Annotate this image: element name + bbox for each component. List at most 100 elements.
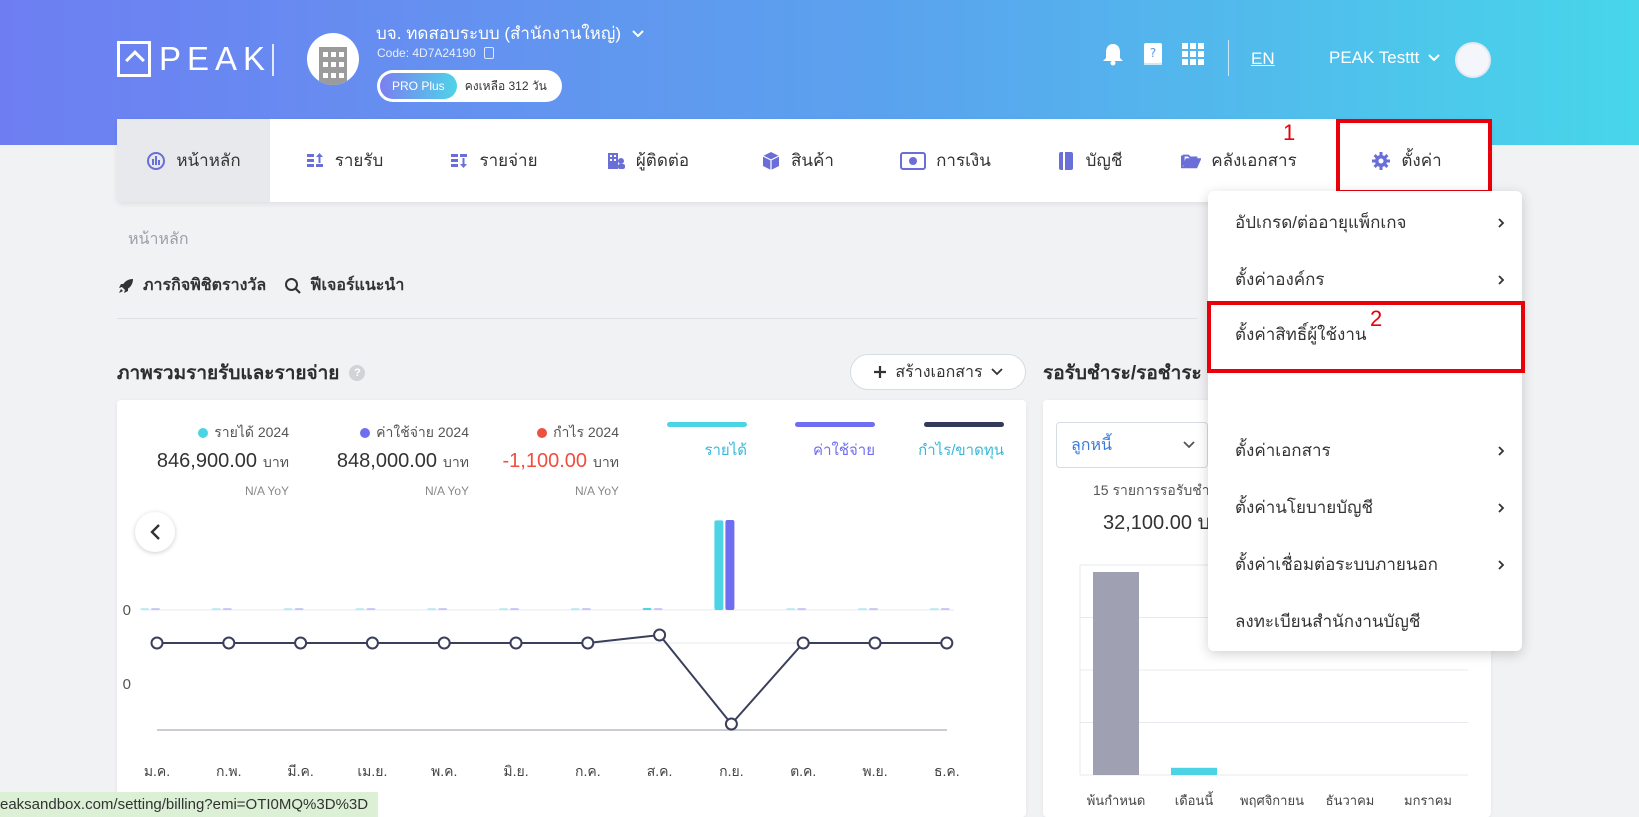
company-name: บจ. ทดสอบระบบ (สำนักงานใหญ่)	[376, 24, 622, 43]
x-tick-label: พ.ค.	[431, 763, 457, 779]
menu-accounting-policy[interactable]: ตั้งค่านโยบายบัญชี	[1235, 494, 1505, 521]
logo-text: PEAK	[159, 40, 272, 77]
nav-label: การเงิน	[936, 151, 991, 170]
plan-remaining: คงเหลือ 312 วัน	[464, 78, 547, 93]
peak-logo[interactable]: PEAK	[117, 40, 271, 78]
header-icons: ?	[1101, 42, 1205, 66]
overview-title: ภาพรวมรายรับและรายจ่าย ?	[117, 358, 366, 388]
income-bar	[427, 608, 437, 610]
plan-badge: PRO Plus	[380, 73, 457, 99]
chevron-right-icon	[1498, 274, 1505, 285]
nav-label: บัญชี	[1085, 151, 1123, 170]
language-switch[interactable]: EN	[1251, 49, 1275, 69]
income-bar	[355, 608, 365, 610]
tab-dashboard[interactable]: หน้าหลัก	[117, 119, 270, 202]
chevron-right-icon	[1498, 559, 1505, 570]
tab-contacts[interactable]: ผู้ติดต่อ	[569, 119, 726, 202]
overview-chart: 0 0 ม.ค. ก.พ. มี.ค. เม.ย. พ.ค. มิ.ย. ก.ค. ส.ค. ก.ย…	[123, 520, 960, 779]
chevron-down-icon	[1428, 54, 1441, 62]
nav-label: รายรับ	[334, 151, 384, 170]
logo-divider	[272, 44, 274, 76]
features-link[interactable]: ฟีเจอร์แนะนำ	[284, 273, 404, 298]
income-bar	[211, 608, 221, 610]
expense-bar	[294, 608, 304, 610]
chevron-down-icon	[990, 368, 1003, 376]
building-icon	[319, 47, 347, 85]
overview-chart-card: รายได้ 2024 846,900.00 บาท N/A YoY ค่าใช้…	[117, 400, 1026, 817]
tab-expense[interactable]: รายจ่าย	[418, 119, 569, 202]
divider	[117, 318, 1197, 319]
folder-icon	[1181, 151, 1202, 171]
menu-label: ลงทะเบียนสำนักงานบัญชี	[1235, 612, 1421, 631]
logo-mark-icon	[117, 41, 151, 77]
search-icon	[285, 277, 301, 294]
x-tick-label: พฤศจิกายน	[1240, 793, 1304, 808]
chevron-down-icon	[632, 29, 644, 37]
menu-external-integrations[interactable]: ตั้งค่าเชื่อมต่อระบบภายนอก	[1235, 551, 1505, 578]
company-avatar[interactable]	[307, 33, 359, 85]
profit-point	[724, 717, 738, 731]
quick-links: ภารกิจพิชิตรางวัล ฟีเจอร์แนะนำ	[117, 273, 404, 298]
menu-document-settings[interactable]: ตั้งค่าเอกสาร	[1235, 437, 1505, 464]
x-tick-label: ก.พ.	[216, 763, 241, 779]
menu-register-accounting-office[interactable]: ลงทะเบียนสำนักงานบัญชี	[1235, 608, 1505, 635]
receivables-title: รอรับชำระ/รอชำระ	[1043, 363, 1202, 384]
tab-finance[interactable]: การเงิน	[869, 119, 1022, 202]
income-bar	[786, 608, 796, 610]
tab-products[interactable]: สินค้า	[726, 119, 869, 202]
help-book-icon[interactable]: ?	[1141, 42, 1165, 66]
y-tick-label: 0	[123, 676, 131, 693]
expense-bar	[869, 608, 878, 610]
income-bar	[858, 608, 867, 610]
annotation-box-settings	[1336, 119, 1492, 194]
annotation-box-permissions	[1207, 301, 1525, 373]
expense-icon	[449, 151, 469, 171]
income-icon	[305, 151, 325, 171]
profit-point	[940, 636, 954, 650]
question-icon[interactable]: ?	[349, 365, 366, 381]
tab-documents[interactable]: คลังเอกสาร	[1156, 119, 1322, 202]
x-tick-label: ธ.ค.	[934, 763, 960, 779]
income-bar	[642, 608, 652, 610]
expense-bar	[366, 608, 376, 610]
income-bar	[283, 608, 293, 610]
nav-label: คลังเอกสาร	[1211, 151, 1297, 170]
overview-title-text: ภาพรวมรายรับและรายจ่าย	[117, 363, 340, 384]
menu-label: ตั้งค่านโยบายบัญชี	[1235, 498, 1374, 517]
profit-point	[796, 636, 810, 650]
money-icon	[900, 151, 927, 171]
menu-upgrade-package[interactable]: อัปเกรด/ต่ออายุแพ็กเกจ	[1235, 209, 1505, 236]
annotation-number: 1	[1283, 120, 1296, 145]
x-tick-label: ธันวาคม	[1326, 793, 1375, 808]
chevron-right-icon	[1498, 502, 1505, 513]
missions-link[interactable]: ภารกิจพิชิตรางวัล	[117, 273, 266, 298]
profit-point	[294, 636, 308, 650]
company-switcher[interactable]: บจ. ทดสอบระบบ (สำนักงานใหญ่)	[376, 20, 645, 47]
book-icon	[1056, 151, 1076, 171]
company-code-text: Code: 4D7A24190	[377, 46, 476, 60]
plan-pill[interactable]: PRO Plus คงเหลือ 312 วัน	[377, 70, 562, 102]
x-tick-label: มี.ค.	[287, 763, 313, 779]
copy-icon[interactable]	[483, 47, 494, 59]
contacts-icon	[606, 151, 626, 171]
apps-grid-icon[interactable]	[1181, 42, 1205, 66]
create-document-button[interactable]: สร้างเอกสาร	[850, 354, 1026, 390]
tab-accounting[interactable]: บัญชี	[1022, 119, 1156, 202]
expense-bar	[222, 608, 232, 610]
nav-label: หน้าหลัก	[176, 151, 241, 170]
chevron-right-icon	[1498, 217, 1505, 228]
x-tick-label: ม.ค.	[144, 763, 170, 779]
expense-bar	[510, 608, 519, 610]
svg-text:?: ?	[1150, 46, 1156, 60]
tab-income[interactable]: รายรับ	[270, 119, 418, 202]
avatar[interactable]	[1455, 42, 1491, 78]
menu-organization-settings[interactable]: ตั้งค่าองค์กร	[1235, 266, 1505, 293]
user-menu[interactable]: PEAK Testtt	[1329, 48, 1441, 68]
previous-year-button[interactable]	[135, 512, 175, 552]
income-bar	[140, 608, 149, 610]
bell-icon[interactable]	[1101, 42, 1125, 66]
y-tick-label: 0	[123, 602, 131, 619]
rocket-icon	[119, 278, 133, 293]
breadcrumb[interactable]: หน้าหลัก	[128, 227, 189, 252]
income-bar	[499, 608, 508, 610]
